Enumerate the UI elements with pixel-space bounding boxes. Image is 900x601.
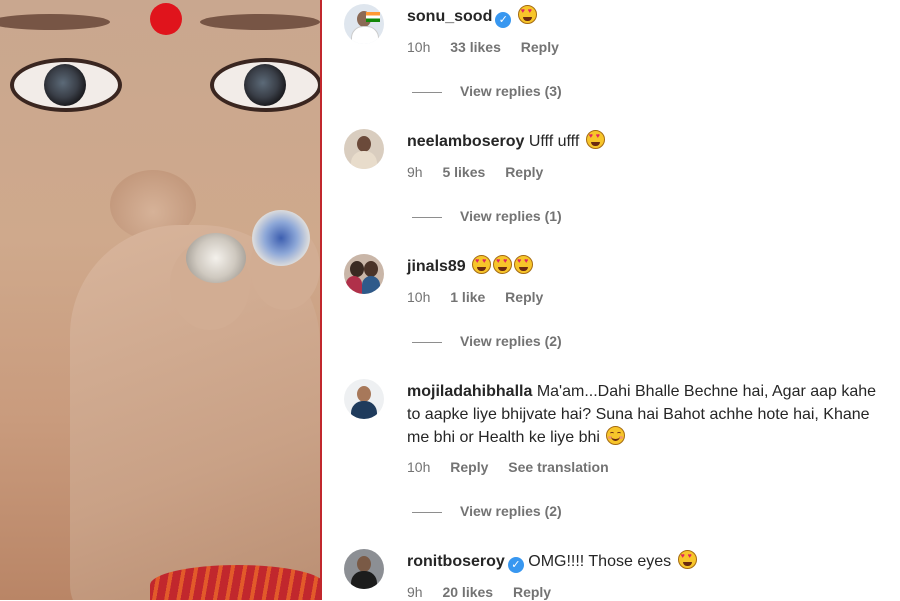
view-replies-button[interactable]: View replies (2) bbox=[412, 332, 562, 350]
red-fabric bbox=[150, 565, 322, 600]
view-replies-button[interactable]: View replies (3) bbox=[412, 82, 562, 100]
comment-time: 10h bbox=[407, 459, 431, 475]
avatar[interactable] bbox=[344, 379, 384, 419]
username[interactable]: jinals89 bbox=[407, 258, 466, 275]
comment-meta: 10h Reply See translation bbox=[407, 458, 625, 476]
comment-text: ronitboseroy ✓ OMG!!!! Those eyes ♥ ♥ bbox=[407, 550, 887, 573]
comment-meta: 10h 33 likes Reply bbox=[407, 38, 575, 56]
blue-stone-ring bbox=[252, 210, 310, 266]
smiling-face-emoji-icon bbox=[606, 426, 626, 445]
view-replies-button[interactable]: View replies (1) bbox=[412, 207, 562, 225]
divider-line bbox=[412, 341, 442, 343]
avatar[interactable] bbox=[344, 549, 384, 589]
divider-line bbox=[412, 511, 442, 513]
comment-text: mojiladahibhalla Ma'am...Dahi Bhalle Bec… bbox=[407, 380, 877, 449]
comment-meta: 9h 5 likes Reply bbox=[407, 163, 559, 181]
comment-text: jinals89 ♥ ♥ ♥ ♥ ♥ ♥ bbox=[407, 255, 887, 278]
comment-time: 9h bbox=[407, 164, 423, 180]
username[interactable]: sonu_sood bbox=[407, 8, 492, 25]
comments-list: sonu_sood ✓ ♥ ♥ 10h 33 likes Reply View re… bbox=[340, 0, 900, 600]
comment-time: 10h bbox=[407, 289, 431, 305]
view-replies-label: View replies (2) bbox=[460, 333, 562, 349]
comment-text: neelamboseroy Ufff ufff ♥ ♥ bbox=[407, 130, 887, 153]
comment-text: sonu_sood ✓ ♥ ♥ bbox=[407, 5, 887, 28]
divider-line bbox=[412, 216, 442, 218]
heart-eyes-emoji-icon: ♥ ♥ bbox=[517, 5, 537, 24]
reply-button[interactable]: Reply bbox=[505, 164, 543, 180]
view-replies-label: View replies (1) bbox=[460, 208, 562, 224]
right-eyebrow bbox=[200, 14, 320, 30]
reply-button[interactable]: Reply bbox=[521, 39, 559, 55]
verified-badge-icon: ✓ bbox=[507, 557, 524, 573]
comment-body: OMG!!!! Those eyes bbox=[528, 553, 672, 570]
reply-button[interactable]: Reply bbox=[513, 584, 551, 600]
silver-ring bbox=[186, 233, 246, 283]
username[interactable]: neelamboseroy bbox=[407, 133, 524, 150]
view-replies-label: View replies (2) bbox=[460, 503, 562, 519]
heart-eyes-emoji-icon: ♥ ♥ bbox=[493, 255, 513, 274]
comment-meta: 10h 1 like Reply bbox=[407, 288, 559, 306]
view-replies-label: View replies (3) bbox=[460, 83, 562, 99]
heart-eyes-emoji-icon: ♥ ♥ bbox=[514, 255, 534, 274]
heart-eyes-emoji-icon: ♥ ♥ bbox=[585, 130, 605, 149]
comment-time: 10h bbox=[407, 39, 431, 55]
verified-badge-icon: ✓ bbox=[495, 12, 512, 28]
divider-line bbox=[412, 91, 442, 93]
heart-eyes-emoji-icon: ♥ ♥ bbox=[472, 255, 492, 274]
likes-count[interactable]: 1 like bbox=[450, 289, 485, 305]
likes-count[interactable]: 20 likes bbox=[442, 584, 493, 600]
reply-button[interactable]: Reply bbox=[450, 459, 488, 475]
reply-button[interactable]: Reply bbox=[505, 289, 543, 305]
likes-count[interactable]: 33 likes bbox=[450, 39, 501, 55]
avatar[interactable] bbox=[344, 129, 384, 169]
username[interactable]: mojiladahibhalla bbox=[407, 383, 532, 400]
view-replies-button[interactable]: View replies (2) bbox=[412, 502, 562, 520]
heart-eyes-emoji-icon: ♥ ♥ bbox=[677, 550, 697, 569]
comment-time: 9h bbox=[407, 584, 423, 600]
see-translation-button[interactable]: See translation bbox=[508, 459, 608, 475]
post-photo bbox=[0, 0, 322, 600]
likes-count[interactable]: 5 likes bbox=[442, 164, 485, 180]
left-eyebrow bbox=[0, 14, 110, 30]
right-eye bbox=[210, 58, 322, 112]
username[interactable]: ronitboseroy bbox=[407, 553, 505, 570]
avatar[interactable] bbox=[344, 254, 384, 294]
avatar[interactable] bbox=[344, 4, 384, 44]
left-eye bbox=[10, 58, 122, 112]
bindi bbox=[150, 3, 182, 35]
photo-border bbox=[320, 0, 322, 600]
comment-meta: 9h 20 likes Reply bbox=[407, 583, 567, 601]
comment-body: Ufff ufff bbox=[528, 133, 580, 150]
